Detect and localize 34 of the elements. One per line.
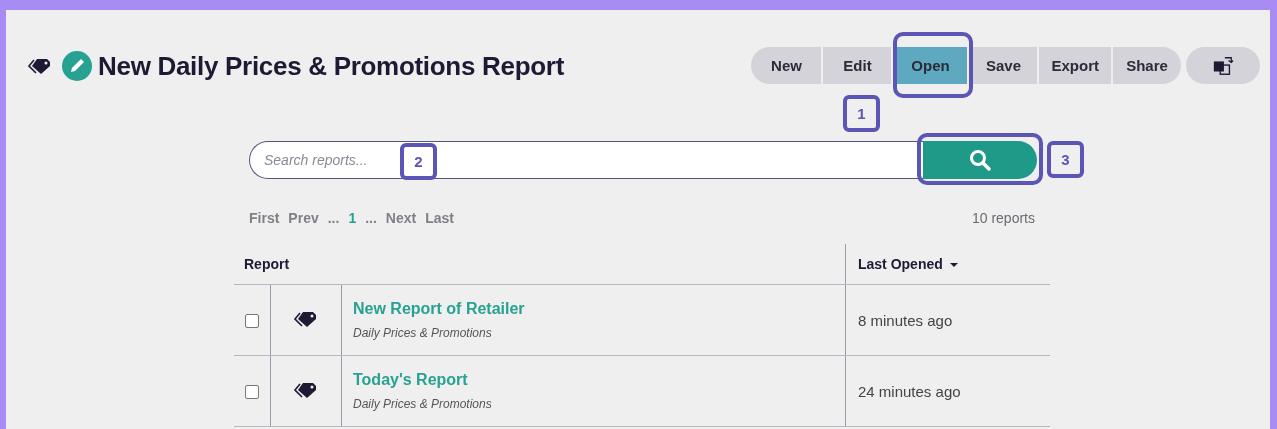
toolbar-button[interactable]: Share	[1113, 47, 1181, 84]
callout-number: 1	[843, 95, 880, 132]
report-type: Daily Prices & Promotions	[353, 397, 493, 411]
toolbar-button[interactable]: Edit	[823, 47, 892, 84]
pagination-link[interactable]: 1	[348, 210, 357, 226]
pagination-link[interactable]: Last	[425, 210, 454, 226]
callout-number: 3	[1047, 141, 1084, 178]
pagination-link[interactable]: Next	[385, 210, 417, 226]
row-checkbox[interactable]	[245, 314, 259, 329]
pagination-link[interactable]: First	[249, 210, 280, 226]
tag-icon	[294, 309, 318, 328]
pencil-icon[interactable]	[62, 51, 92, 81]
swap-button[interactable]	[1186, 47, 1260, 84]
last-opened-time: 24 minutes ago	[858, 382, 961, 400]
pagination-link[interactable]: Prev	[288, 210, 319, 226]
report-link[interactable]: Today's Report	[353, 371, 844, 389]
column-header[interactable]: Report	[244, 256, 290, 272]
toolbar-button[interactable]: New	[751, 47, 822, 84]
swap-icon	[1212, 54, 1234, 77]
tag-icon	[28, 57, 52, 75]
column-header[interactable]: Last Opened	[858, 256, 943, 272]
report-title: New Daily Prices & Promotions Report	[98, 50, 564, 82]
last-opened-time: 8 minutes ago	[858, 311, 953, 329]
row-checkbox[interactable]	[245, 385, 259, 400]
report-type: Daily Prices & Promotions	[353, 326, 493, 340]
tag-icon	[294, 380, 318, 399]
search-button[interactable]	[923, 141, 1037, 179]
report-count: 10 reports	[971, 210, 1035, 226]
search-icon	[968, 148, 992, 172]
callout-number: 2	[400, 143, 437, 180]
toolbar-button[interactable]: Export	[1039, 47, 1111, 84]
pagination-link[interactable]: ...	[327, 210, 340, 226]
pagination-link[interactable]: ...	[365, 210, 377, 226]
report-link[interactable]: New Report of Retailer	[353, 300, 844, 318]
